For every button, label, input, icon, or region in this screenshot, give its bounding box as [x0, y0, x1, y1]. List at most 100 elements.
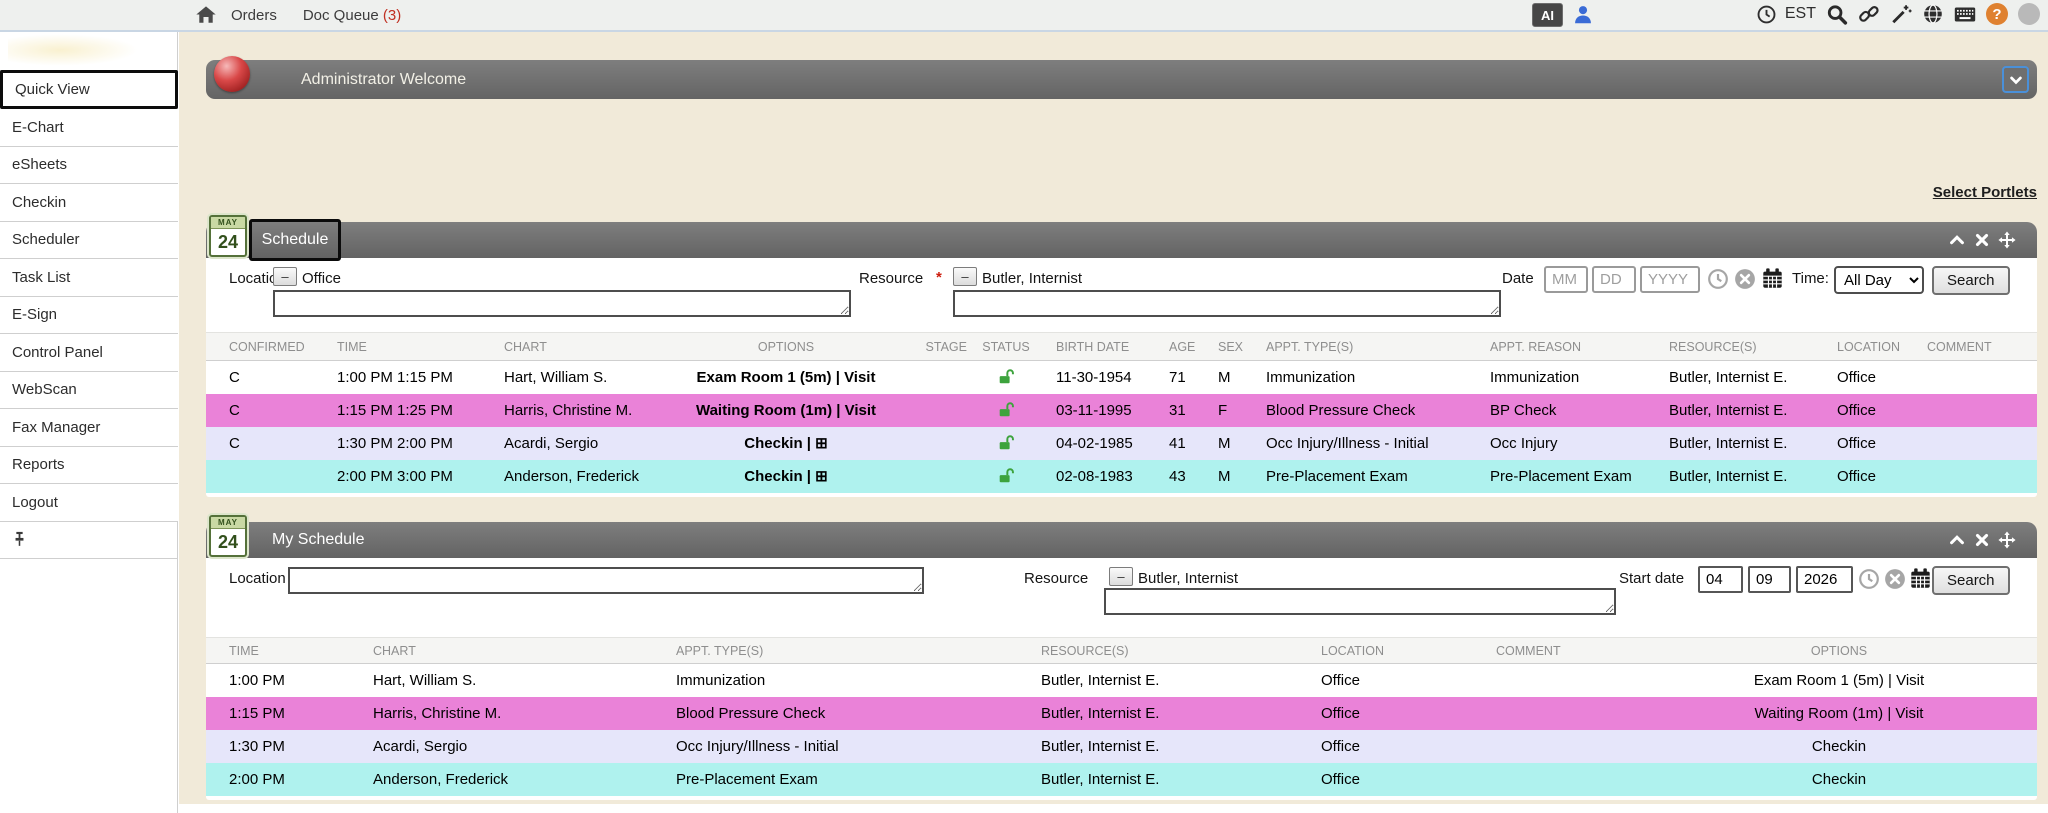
options-links[interactable]: Checkin | ⊞	[651, 427, 921, 460]
schedule-title-focus-box: Schedule	[249, 219, 341, 261]
sidebar-item-e-sign[interactable]: E-Sign	[0, 297, 178, 335]
collapse-portlet-icon[interactable]	[1948, 231, 1966, 249]
resource-textarea[interactable]	[953, 290, 1501, 317]
sidebar-item-task-list[interactable]: Task List	[0, 259, 178, 297]
search-icon[interactable]	[1826, 3, 1848, 25]
ai-badge[interactable]: AI	[1532, 3, 1563, 27]
resource-value: Butler, Internist	[1138, 570, 1238, 587]
start-date-dd-input[interactable]	[1748, 566, 1791, 593]
sidebar-item-fax-manager[interactable]: Fax Manager	[0, 409, 178, 447]
resource-collapse-button[interactable]: –	[953, 267, 977, 286]
my-schedule-portlet: MAY 24 My Schedule Location Resource – B…	[206, 522, 2037, 800]
date-yyyy-input[interactable]	[1640, 266, 1700, 293]
date-mm-input[interactable]	[1544, 266, 1588, 293]
sidebar: Quick View E-Chart eSheets Checkin Sched…	[0, 32, 178, 813]
select-portlets-link[interactable]: Select Portlets	[1933, 184, 2037, 201]
schedule-title: Schedule	[262, 231, 329, 249]
options-links[interactable]: Checkin	[1641, 763, 2037, 796]
my-schedule-title: My Schedule	[272, 522, 365, 558]
home-icon[interactable]	[195, 4, 217, 26]
sidebar-item-scheduler[interactable]: Scheduler	[0, 222, 178, 260]
clock-icon[interactable]	[1756, 3, 1778, 25]
options-links[interactable]: Exam Room 1 (5m) | Visit	[651, 361, 921, 394]
resource-label: Resource	[1024, 570, 1088, 587]
sidebar-item-quick-view[interactable]: Quick View	[0, 70, 178, 109]
unlocked-icon	[997, 434, 1015, 452]
unlocked-icon	[997, 368, 1015, 386]
sidebar-item-e-chart[interactable]: E-Chart	[0, 109, 178, 147]
date-dd-input[interactable]	[1592, 266, 1636, 293]
schedule-search-button[interactable]: Search	[1932, 266, 2010, 295]
table-row[interactable]: 2:00 PM Anderson, Frederick Pre-Placemen…	[206, 763, 2037, 796]
bottom-strip	[179, 804, 2048, 813]
sidebar-item-reports[interactable]: Reports	[0, 447, 178, 485]
help-icon[interactable]: ?	[1986, 3, 2008, 25]
top-nav: Orders Doc Queue (3)	[231, 7, 401, 24]
move-portlet-icon[interactable]	[1998, 231, 2016, 249]
start-date-label: Start date	[1619, 570, 1684, 587]
clear-date-icon[interactable]	[1734, 268, 1756, 290]
select-portlets-row: Select Portlets	[206, 184, 2037, 201]
my-schedule-search-button[interactable]: Search	[1932, 566, 2010, 595]
app-window: Orders Doc Queue (3) AI EST	[0, 0, 2048, 813]
table-row[interactable]: 1:00 PM Hart, William S. Immunization Bu…	[206, 664, 2037, 697]
sidebar-item-checkin[interactable]: Checkin	[0, 184, 178, 222]
schedule-portlet: MAY 24 Schedule Location – Office Res	[206, 222, 2037, 497]
resource-collapse-button[interactable]: –	[1109, 567, 1133, 586]
sidebar-item-webscan[interactable]: WebScan	[0, 372, 178, 410]
location-value: Office	[302, 270, 341, 287]
time-picker-icon[interactable]	[1858, 568, 1880, 590]
my-schedule-table: TIME CHART APPT. TYPE(S) RESOURCE(S) LOC…	[206, 637, 2037, 796]
location-input[interactable]	[288, 567, 924, 594]
resource-value: Butler, Internist	[982, 270, 1082, 287]
main-area: Administrator Welcome Select Portlets MA…	[179, 32, 2048, 813]
options-links[interactable]: Waiting Room (1m) | Visit	[651, 394, 921, 427]
status-circle-icon[interactable]	[2018, 3, 2040, 25]
welcome-bar: Administrator Welcome	[206, 60, 2037, 99]
schedule-table: CONFIRMED TIME CHART OPTIONS STAGE STATU…	[206, 332, 2037, 493]
table-row[interactable]: C 1:15 PM 1:25 PM Harris, Christine M. W…	[206, 394, 2037, 427]
date-label: Date	[1502, 270, 1534, 287]
red-sphere-icon	[214, 56, 250, 92]
globe-icon[interactable]	[1922, 3, 1944, 25]
sidebar-item-esheets[interactable]: eSheets	[0, 147, 178, 185]
collapse-portlet-icon[interactable]	[1948, 531, 1966, 549]
options-links[interactable]: Checkin	[1641, 730, 2037, 763]
table-row[interactable]: C 1:30 PM 2:00 PM Acardi, Sergio Checkin…	[206, 427, 2037, 460]
location-textarea[interactable]	[273, 290, 851, 317]
options-links[interactable]: Exam Room 1 (5m) | Visit	[1641, 664, 2037, 697]
location-collapse-button[interactable]: –	[273, 267, 297, 286]
table-row[interactable]: 1:30 PM Acardi, Sergio Occ Injury/Illnes…	[206, 730, 2037, 763]
unlocked-icon	[997, 401, 1015, 419]
table-row[interactable]: C 1:00 PM 1:15 PM Hart, William S. Exam …	[206, 361, 2037, 394]
move-portlet-icon[interactable]	[1998, 531, 2016, 549]
user-icon[interactable]	[1572, 4, 1594, 26]
calendar-badge-icon: MAY 24	[209, 215, 247, 257]
nav-orders[interactable]: Orders	[231, 7, 277, 24]
sidebar-item-logout[interactable]: Logout	[0, 484, 178, 522]
calendar-picker-icon[interactable]	[1761, 267, 1783, 289]
close-portlet-icon[interactable]	[1973, 531, 1991, 549]
table-row[interactable]: 2:00 PM 3:00 PM Anderson, Frederick Chec…	[206, 460, 2037, 493]
doc-queue-count: (3)	[383, 7, 401, 24]
time-picker-icon[interactable]	[1707, 268, 1729, 290]
sidebar-item-control-panel[interactable]: Control Panel	[0, 334, 178, 372]
keyboard-icon[interactable]	[1954, 3, 1976, 25]
welcome-collapse-button[interactable]	[2002, 66, 2029, 93]
calendar-picker-icon[interactable]	[1909, 567, 1931, 589]
resource-textarea[interactable]	[1104, 588, 1616, 615]
options-links[interactable]: Waiting Room (1m) | Visit	[1641, 697, 2037, 730]
start-date-mm-input[interactable]	[1698, 566, 1743, 593]
sidebar-pin-button[interactable]	[0, 522, 178, 560]
options-links[interactable]: Checkin | ⊞	[651, 460, 921, 493]
nav-doc-queue[interactable]: Doc Queue (3)	[303, 7, 401, 24]
wand-icon[interactable]	[1890, 3, 1912, 25]
clear-date-icon[interactable]	[1884, 568, 1906, 590]
table-row[interactable]: 1:15 PM Harris, Christine M. Blood Press…	[206, 697, 2037, 730]
link-icon[interactable]	[1858, 3, 1880, 25]
time-select[interactable]: All Day	[1834, 266, 1924, 294]
start-date-yyyy-input[interactable]	[1796, 566, 1853, 593]
schedule-table-header: CONFIRMED TIME CHART OPTIONS STAGE STATU…	[206, 333, 2037, 361]
calendar-badge-icon: MAY 24	[209, 515, 247, 557]
close-portlet-icon[interactable]	[1973, 231, 1991, 249]
